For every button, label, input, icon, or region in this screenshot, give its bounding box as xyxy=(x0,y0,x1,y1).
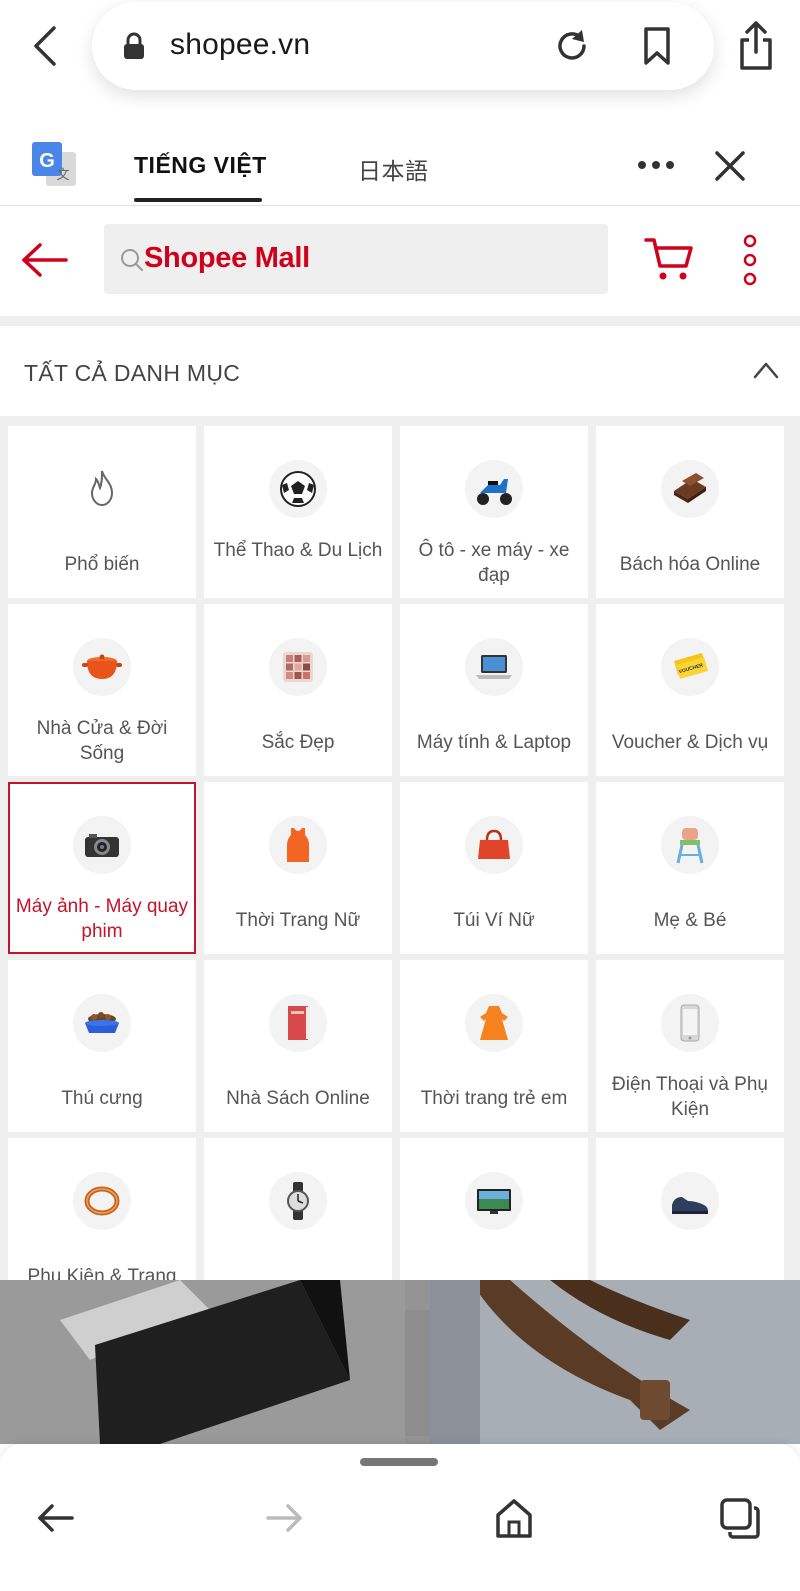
category-label: Phổ biến xyxy=(64,554,140,575)
category-women-bags[interactable]: Túi Ví Nữ xyxy=(400,782,588,954)
category-cameras[interactable]: Máy ảnh - Máy quay phim xyxy=(8,782,196,954)
chocolate-icon xyxy=(661,460,719,518)
browser-toolbar: shopee.vn xyxy=(0,0,800,110)
browser-back-icon[interactable] xyxy=(28,24,64,68)
active-tab-indicator xyxy=(134,198,262,202)
voucher-ticket-icon: VOUCHER xyxy=(661,638,719,696)
category-label: Máy tính & Laptop xyxy=(416,732,572,753)
category-computers[interactable]: Máy tính & Laptop xyxy=(400,604,588,776)
chevron-up-icon[interactable] xyxy=(752,358,780,382)
tank-top-icon xyxy=(269,816,327,874)
category-phones[interactable]: Điện Thoại và Phụ Kiện xyxy=(596,960,784,1132)
share-icon[interactable] xyxy=(734,20,778,72)
category-label: Ô tô - xe máy - xe đạp xyxy=(418,540,570,586)
book-icon xyxy=(269,994,327,1052)
category-label: Thời trang trẻ em xyxy=(420,1088,568,1109)
category-section-header[interactable]: TẤT CẢ DANH MỤC xyxy=(0,326,800,416)
svg-text:文: 文 xyxy=(56,168,69,183)
category-label: Voucher & Dịch vụ xyxy=(611,732,769,753)
category-home-living[interactable]: Nhà Cửa & Đời Sống xyxy=(8,604,196,776)
google-translate-icon[interactable]: G 文 xyxy=(32,142,78,188)
scooter-icon xyxy=(465,460,523,518)
kids-dress-icon xyxy=(465,994,523,1052)
category-popular[interactable]: Phổ biến xyxy=(8,426,196,598)
category-sports-travel[interactable]: Thể Thao & Du Lịch xyxy=(204,426,392,598)
back-arrow-icon[interactable] xyxy=(20,242,68,278)
translate-bar: G 文 TIẾNG VIỆT 日本語 xyxy=(0,110,800,206)
category-mom-baby[interactable]: Mẹ & Bé xyxy=(596,782,784,954)
category-beauty[interactable]: Sắc Đẹp xyxy=(204,604,392,776)
more-options-icon[interactable] xyxy=(636,150,676,180)
camera-icon xyxy=(73,816,131,874)
divider xyxy=(0,316,800,326)
category-label: Nhà Cửa & Đời Sống xyxy=(36,718,168,764)
url-text: shopee.vn xyxy=(170,28,311,61)
image-overlay xyxy=(0,1280,800,1444)
cart-icon[interactable] xyxy=(644,236,694,282)
television-icon xyxy=(465,1172,523,1230)
svg-text:G: G xyxy=(39,150,55,172)
section-title: TẤT CẢ DANH MỤC xyxy=(24,360,241,386)
lock-icon xyxy=(124,32,144,59)
handbag-icon xyxy=(465,816,523,874)
category-label: Nhà Sách Online xyxy=(226,1088,370,1109)
category-label: Máy ảnh - Máy quay phim xyxy=(15,896,189,942)
eyeshadow-palette-icon xyxy=(269,638,327,696)
wristwatch-icon xyxy=(269,1172,327,1230)
card-reader-photo xyxy=(0,1280,405,1444)
category-label: Bách hóa Online xyxy=(619,554,761,575)
laptop-icon xyxy=(465,638,523,696)
app-header: Shopee Mall xyxy=(0,206,800,316)
category-books[interactable]: Nhà Sách Online xyxy=(204,960,392,1132)
category-women-fashion[interactable]: Thời Trang Nữ xyxy=(204,782,392,954)
bracelet-icon xyxy=(73,1172,131,1230)
category-grocery[interactable]: Bách hóa Online xyxy=(596,426,784,598)
pet-bowl-icon xyxy=(73,994,131,1052)
category-label: Thú cưng xyxy=(61,1088,143,1109)
fire-icon xyxy=(73,460,131,518)
kebab-menu-icon[interactable] xyxy=(740,234,760,286)
high-chair-icon xyxy=(661,816,719,874)
tab-language-japanese[interactable]: 日本語 xyxy=(358,152,429,186)
category-label: Túi Ví Nữ xyxy=(453,910,535,931)
tabs-icon[interactable] xyxy=(718,1496,762,1540)
shoe-icon xyxy=(661,1172,719,1230)
category-label: Sắc Đẹp xyxy=(261,732,335,753)
address-bar[interactable]: shopee.vn xyxy=(92,2,714,90)
bookmark-icon[interactable] xyxy=(640,26,674,66)
tab-language-vietnamese[interactable]: TIẾNG VIỆT xyxy=(134,152,267,179)
close-icon[interactable] xyxy=(712,148,748,184)
category-auto-moto[interactable]: Ô tô - xe máy - xe đạp xyxy=(400,426,588,598)
search-icon xyxy=(121,249,143,271)
category-voucher[interactable]: VOUCHER Voucher & Dịch vụ xyxy=(596,604,784,776)
reload-icon[interactable] xyxy=(552,26,592,66)
category-label: Mẹ & Bé xyxy=(653,910,727,931)
browser-bottom-toolbar xyxy=(0,1444,800,1591)
back-arrow-icon[interactable] xyxy=(34,1496,78,1540)
shopee-mall-logo: Shopee Mall xyxy=(144,242,310,274)
category-label: Điện Thoại và Phụ Kiện xyxy=(612,1074,768,1120)
category-label: Thể Thao & Du Lịch xyxy=(213,540,383,561)
home-icon[interactable] xyxy=(492,1496,536,1540)
cooking-pot-icon xyxy=(73,638,131,696)
category-pets[interactable]: Thú cưng xyxy=(8,960,196,1132)
soccer-ball-icon xyxy=(269,460,327,518)
category-kids-fashion[interactable]: Thời trang trẻ em xyxy=(400,960,588,1132)
category-label: Thời Trang Nữ xyxy=(235,910,361,931)
smartphone-icon xyxy=(661,994,719,1052)
grab-handle[interactable] xyxy=(360,1458,438,1466)
forward-arrow-icon[interactable] xyxy=(262,1496,306,1540)
search-input[interactable]: Shopee Mall xyxy=(104,224,608,294)
camera-strap-photo xyxy=(430,1280,800,1444)
